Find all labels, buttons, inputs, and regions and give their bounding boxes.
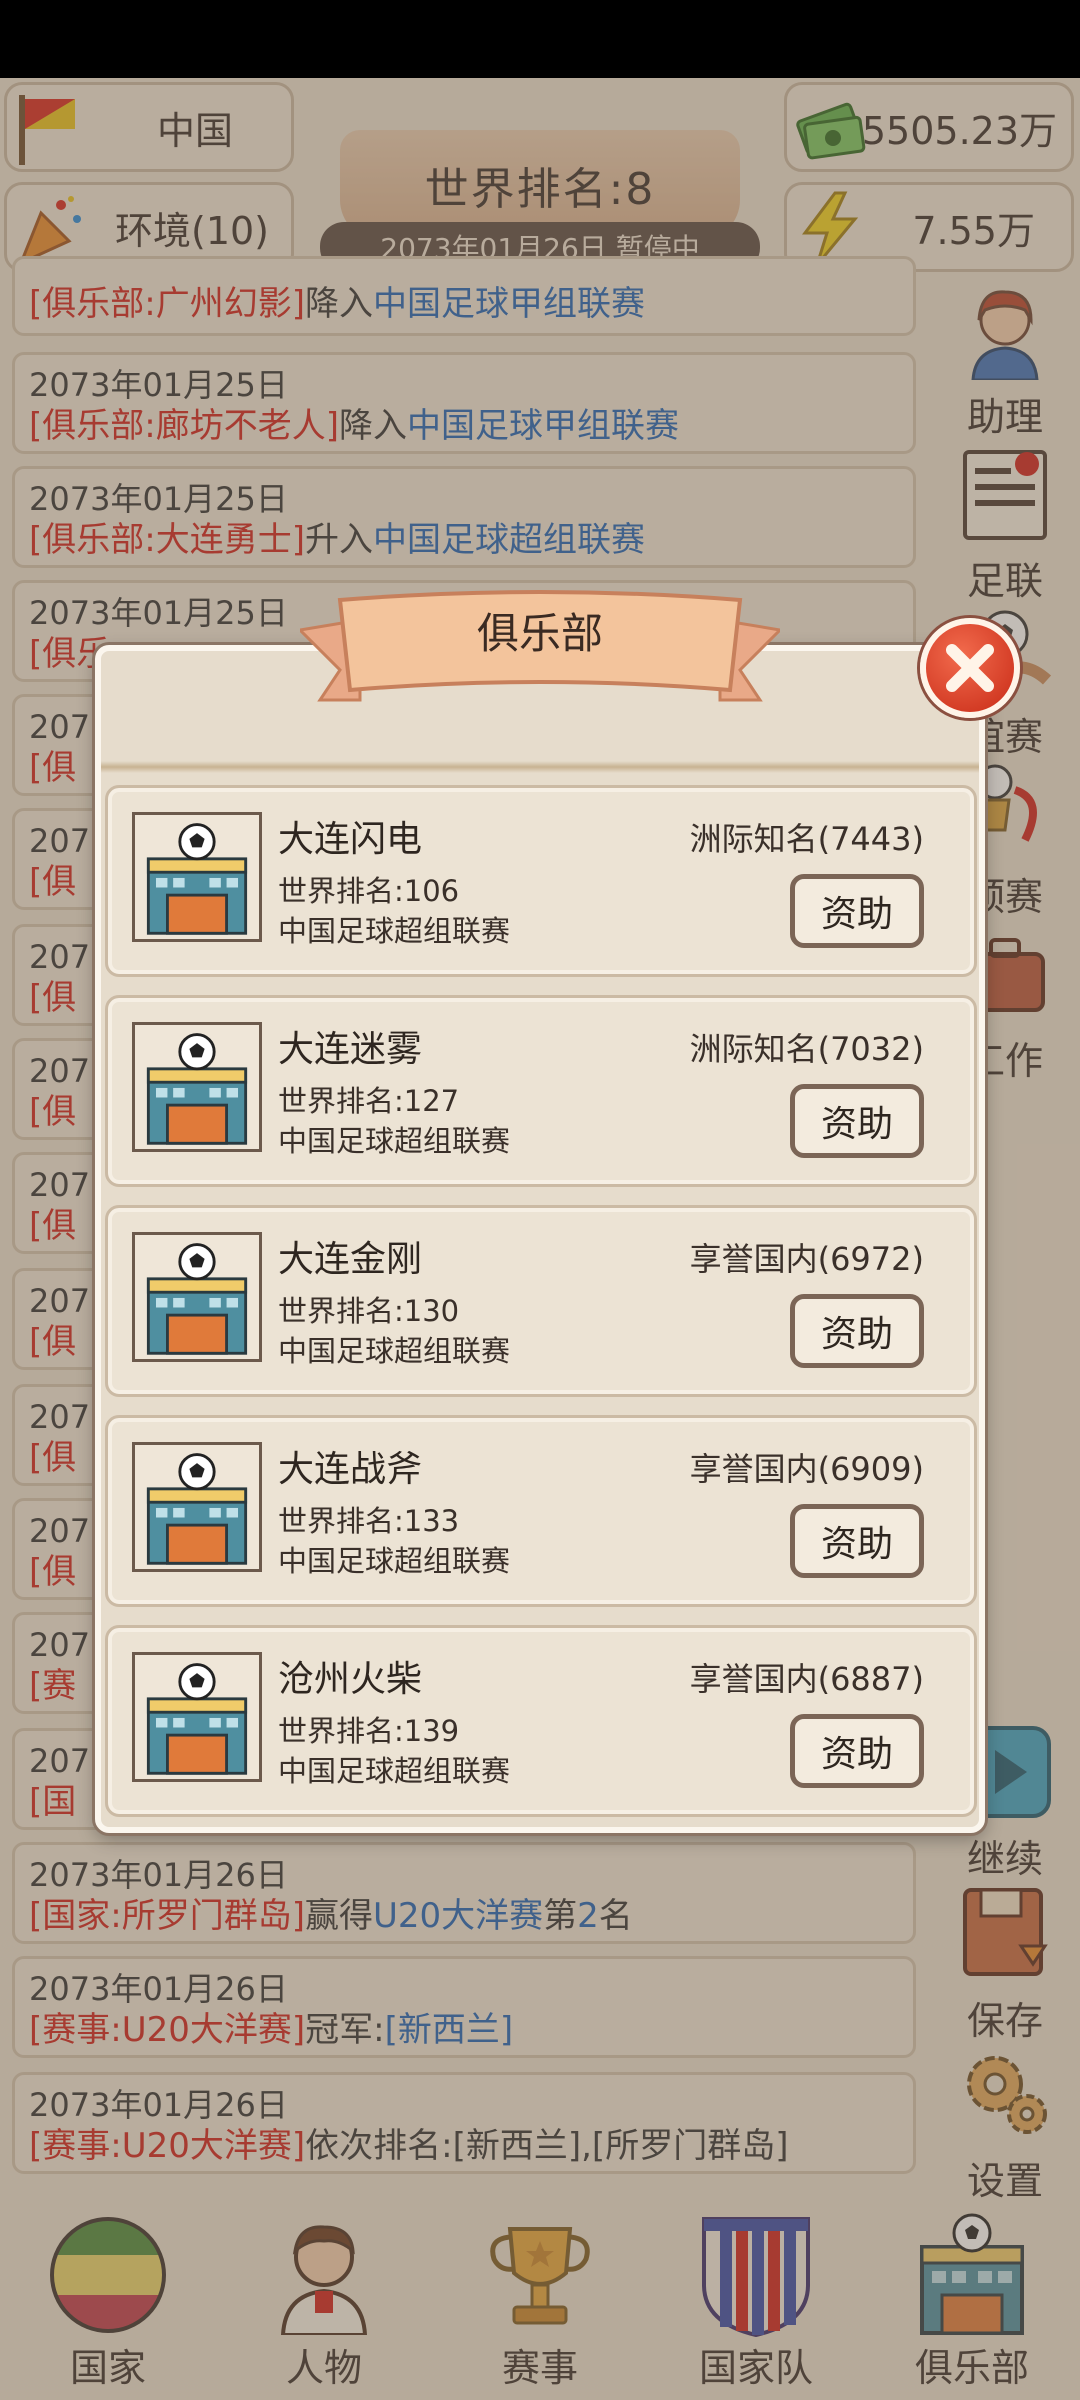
club-reputation: 享誉国内(6909) [689,1450,924,1488]
club-league: 中国足球超组联赛 [278,1334,511,1368]
club-card: 大连闪电世界排名:106 中国足球超组联赛 洲际知名(7443) 资助 [105,785,977,977]
club-logo-icon [132,1442,262,1572]
sponsor-button[interactable]: 资助 [790,1084,924,1158]
club-name: 大连金刚 [278,1239,423,1280]
club-world-rank: 世界排名:106 [278,874,460,908]
sponsor-button[interactable]: 资助 [790,1504,924,1578]
close-icon [946,644,994,692]
club-name: 大连闪电 [278,819,423,860]
club-logo-icon [132,1652,262,1782]
club-reputation: 洲际知名(7443) [689,820,924,858]
club-logo-icon [132,1232,262,1362]
sponsor-button[interactable]: 资助 [790,1714,924,1788]
club-reputation: 洲际知名(7032) [689,1030,924,1068]
modal-header-divider [101,761,979,773]
club-logo-icon [132,812,262,942]
club-name: 沧州火柴 [278,1659,423,1700]
club-league: 中国足球超组联赛 [278,1124,511,1158]
club-world-rank: 世界排名:133 [278,1504,460,1538]
club-world-rank: 世界排名:127 [278,1084,460,1118]
status-bar [0,0,1080,78]
club-reputation: 享誉国内(6887) [689,1660,924,1698]
club-league: 中国足球超组联赛 [278,914,511,948]
modal-title: 俱乐部 [476,609,603,658]
club-name: 大连战斧 [278,1449,423,1490]
club-league: 中国足球超组联赛 [278,1754,511,1788]
club-name: 大连迷雾 [278,1029,423,1070]
club-league: 中国足球超组联赛 [278,1544,511,1578]
sponsor-button[interactable]: 资助 [790,1294,924,1368]
club-world-rank: 世界排名:139 [278,1714,460,1748]
club-card: 大连金刚世界排名:130 中国足球超组联赛 享誉国内(6972) 资助 [105,1205,977,1397]
club-world-rank: 世界排名:130 [278,1294,460,1328]
club-reputation: 享誉国内(6972) [689,1240,924,1278]
club-card: 沧州火柴世界排名:139 中国足球超组联赛 享誉国内(6887) 资助 [105,1625,977,1817]
close-button[interactable] [920,618,1020,718]
sponsor-button[interactable]: 资助 [790,874,924,948]
club-card: 大连战斧世界排名:133 中国足球超组联赛 享誉国内(6909) 资助 [105,1415,977,1607]
club-card: 大连迷雾世界排名:127 中国足球超组联赛 洲际知名(7032) 资助 [105,995,977,1187]
club-logo-icon [132,1022,262,1152]
